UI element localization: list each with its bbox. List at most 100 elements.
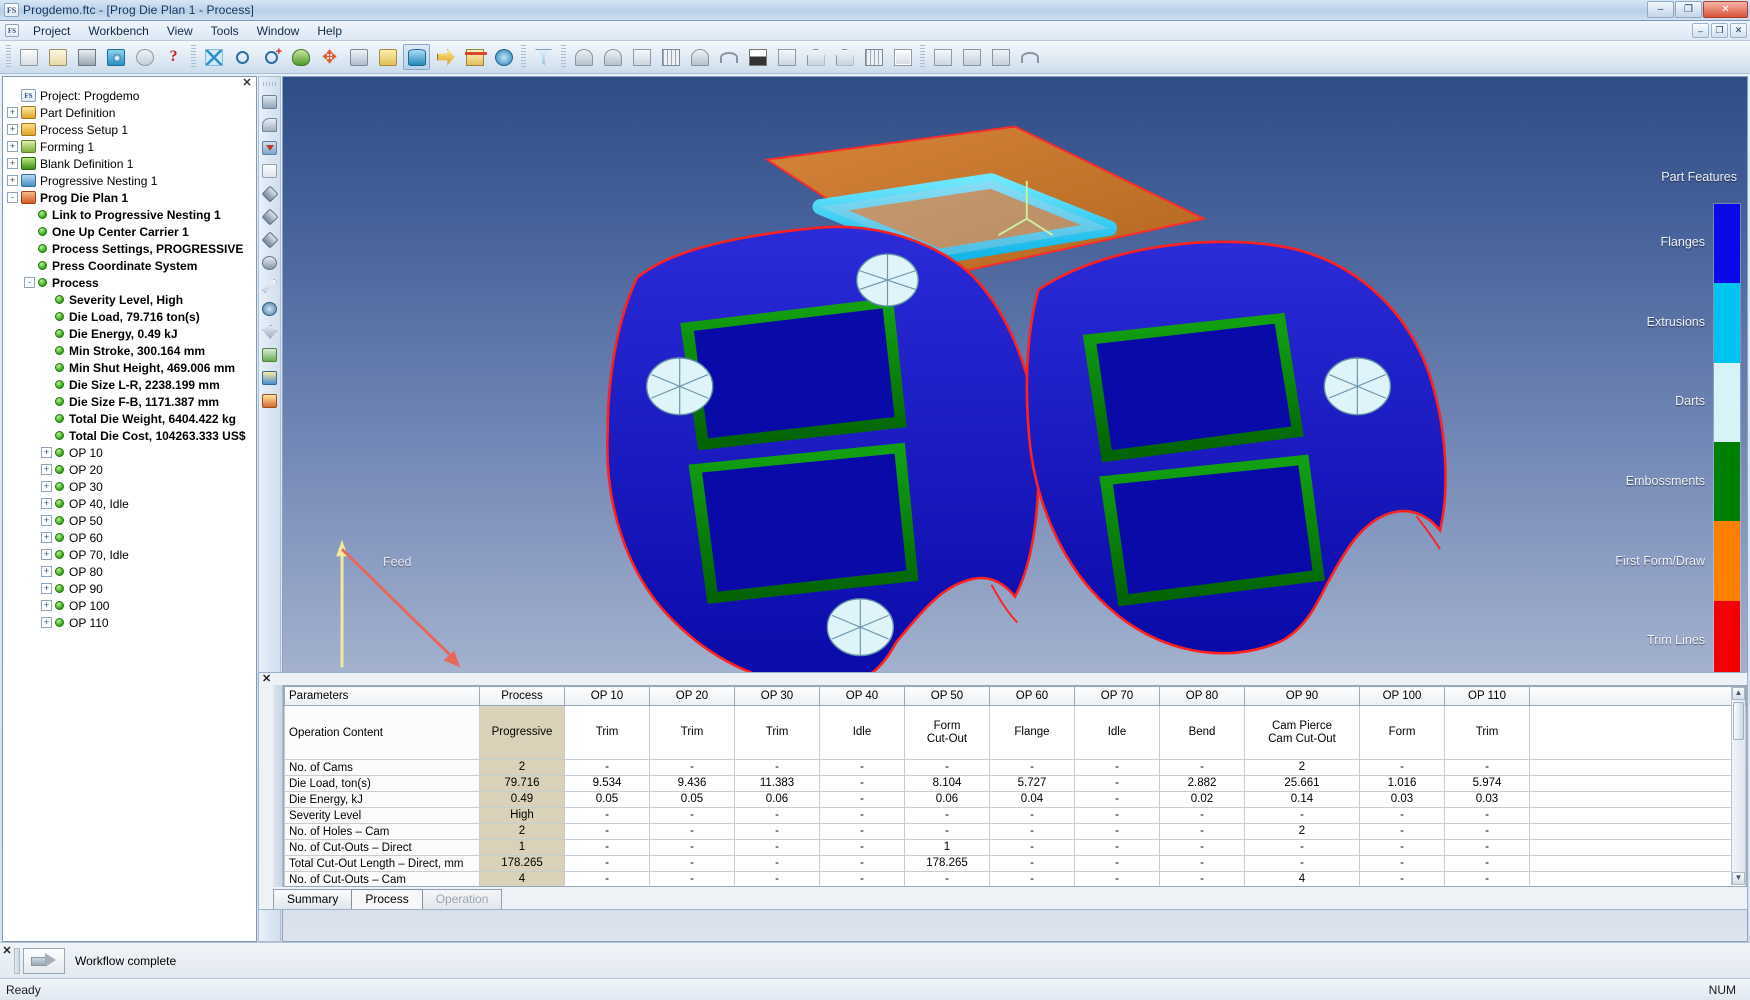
press-button[interactable]	[929, 44, 956, 70]
column-header[interactable]: Process	[479, 686, 565, 706]
menu-item-view[interactable]: View	[158, 22, 202, 40]
table-row[interactable]: No. of Cams 2 - - - - - - - - 2 - -	[284, 759, 1746, 776]
binder-button[interactable]	[686, 44, 713, 70]
die-stack-button[interactable]	[987, 44, 1014, 70]
shaded-box-button[interactable]	[374, 44, 401, 70]
capture-screenshot-button[interactable]	[102, 44, 129, 70]
surface-button[interactable]	[570, 44, 597, 70]
mdi-close-button[interactable]: ✕	[1730, 23, 1747, 38]
zoom-in-button[interactable]	[258, 44, 285, 70]
tree-item[interactable]: - Process	[7, 274, 256, 291]
column-header[interactable]: OP 10	[564, 686, 650, 706]
info-button[interactable]	[490, 44, 517, 70]
panel-grip[interactable]	[14, 947, 20, 974]
nest-layout-button[interactable]	[802, 44, 829, 70]
tree-item[interactable]: Die Size L-R, 2238.199 mm	[7, 376, 256, 393]
tree-item[interactable]: + OP 20	[7, 461, 256, 478]
expand-icon[interactable]: +	[7, 158, 18, 169]
trim-line-button[interactable]	[260, 276, 280, 296]
strip-layout-button[interactable]	[260, 345, 280, 365]
die-component-button[interactable]	[260, 184, 280, 204]
tree-item[interactable]: + Forming 1	[7, 138, 256, 155]
tree-item[interactable]: + Progressive Nesting 1	[7, 172, 256, 189]
tree-item[interactable]: Die Size F-B, 1171.387 mm	[7, 393, 256, 410]
close-icon[interactable]: ✕	[241, 78, 253, 90]
strip-grid-button[interactable]	[860, 44, 887, 70]
mdi-restore-button[interactable]: ❐	[1711, 23, 1728, 38]
shaded-cylinder-button[interactable]	[403, 44, 430, 70]
collapse-icon[interactable]: -	[7, 192, 18, 203]
open-folder-button[interactable]	[44, 44, 71, 70]
mdi-minimize-button[interactable]: –	[1692, 23, 1709, 38]
expand-icon[interactable]: +	[7, 175, 18, 186]
expand-icon[interactable]: +	[41, 481, 52, 492]
fit-to-window-button[interactable]	[200, 44, 227, 70]
die-component-2-button[interactable]	[260, 207, 280, 227]
close-icon[interactable]: ✕	[262, 674, 271, 685]
menu-item-help[interactable]: Help	[308, 22, 351, 40]
refresh-button[interactable]	[131, 44, 158, 70]
minimize-button[interactable]: –	[1647, 1, 1674, 18]
flat-blank-button[interactable]	[773, 44, 800, 70]
column-header[interactable]: OP 100	[1359, 686, 1445, 706]
table-row[interactable]: No. of Cut-Outs – Direct 1 - - - - 1 - - - - - -	[284, 839, 1746, 856]
expand-icon[interactable]: +	[41, 498, 52, 509]
expand-icon[interactable]: +	[41, 600, 52, 611]
tree-item[interactable]: Min Stroke, 300.164 mm	[7, 342, 256, 359]
expand-icon[interactable]: +	[41, 532, 52, 543]
tree-item[interactable]: Process Settings, PROGRESSIVE	[7, 240, 256, 257]
process-settings-button[interactable]	[260, 92, 280, 112]
column-header[interactable]: OP 30	[734, 686, 820, 706]
toolbar-grip[interactable]	[6, 45, 11, 69]
tree-item[interactable]: + Part Definition	[7, 104, 256, 121]
table-row[interactable]: No. of Cut-Outs – Cam 4 - - - - - - - - 4 - -	[284, 871, 1746, 886]
toolbar-grip[interactable]	[191, 45, 196, 69]
table-vertical-scrollbar[interactable]: ▲ ▼	[1731, 687, 1745, 885]
tree-item[interactable]: + OP 90	[7, 580, 256, 597]
pan-view-button[interactable]: ✥	[316, 44, 343, 70]
step-button[interactable]	[889, 44, 916, 70]
expand-icon[interactable]: +	[7, 107, 18, 118]
project-tree[interactable]: FS Project: Progdemo + Part Definition + Proc…	[3, 77, 256, 941]
press-setup-button[interactable]	[260, 115, 280, 135]
close-icon[interactable]: ✕	[0, 944, 14, 957]
column-header[interactable]: OP 70	[1074, 686, 1160, 706]
cycle-view-button[interactable]	[345, 44, 372, 70]
addendum-button[interactable]	[715, 44, 742, 70]
tab-process[interactable]: Process	[351, 889, 423, 909]
expand-icon[interactable]: +	[41, 515, 52, 526]
direction-arrow-button[interactable]	[432, 44, 459, 70]
quote-button[interactable]	[260, 391, 280, 411]
expand-icon[interactable]: +	[7, 141, 18, 152]
table-row[interactable]: No. of Holes – Cam 2 - - - - - - - - 2 - -	[284, 823, 1746, 840]
expand-icon[interactable]: +	[41, 583, 52, 594]
save-button[interactable]	[73, 44, 100, 70]
measure-button[interactable]	[461, 44, 488, 70]
menu-item-tools[interactable]: Tools	[202, 22, 248, 40]
tree-item[interactable]: Total Die Weight, 6404.422 kg	[7, 410, 256, 427]
column-header[interactable]: OP 50	[904, 686, 990, 706]
tree-item[interactable]: Press Coordinate System	[7, 257, 256, 274]
expand-icon[interactable]: +	[7, 124, 18, 135]
column-header[interactable]: Parameters	[284, 686, 480, 706]
pick-point-button[interactable]	[260, 299, 280, 319]
rotate-view-button[interactable]	[287, 44, 314, 70]
tree-item[interactable]: Min Shut Height, 469.006 mm	[7, 359, 256, 376]
die-blocks-button[interactable]	[958, 44, 985, 70]
draw-tool-button[interactable]	[628, 44, 655, 70]
process-data-grid[interactable]: Parameters Process OP 10 OP 20 OP 30 OP 40 OP …	[283, 685, 1747, 887]
tree-item[interactable]: Total Die Cost, 104263.333 US$	[7, 427, 256, 444]
mirror-button[interactable]	[260, 322, 280, 342]
toolbar-grip[interactable]	[561, 45, 566, 69]
column-header[interactable]: OP 80	[1159, 686, 1245, 706]
tree-item[interactable]: + OP 30	[7, 478, 256, 495]
die-component-3-button[interactable]	[260, 230, 280, 250]
tree-item[interactable]: Die Load, 79.716 ton(s)	[7, 308, 256, 325]
table-row[interactable]: Severity Level High - - - - - - - - - - -	[284, 807, 1746, 824]
table-row[interactable]: Total Cut-Out Length – Direct, mm 178.265…	[284, 855, 1746, 872]
menu-item-project[interactable]: Project	[24, 22, 79, 40]
multi-surface-button[interactable]	[599, 44, 626, 70]
toolbar-grip[interactable]	[262, 82, 277, 86]
menu-item-window[interactable]: Window	[248, 22, 309, 40]
maximize-button[interactable]: ❐	[1675, 1, 1702, 18]
